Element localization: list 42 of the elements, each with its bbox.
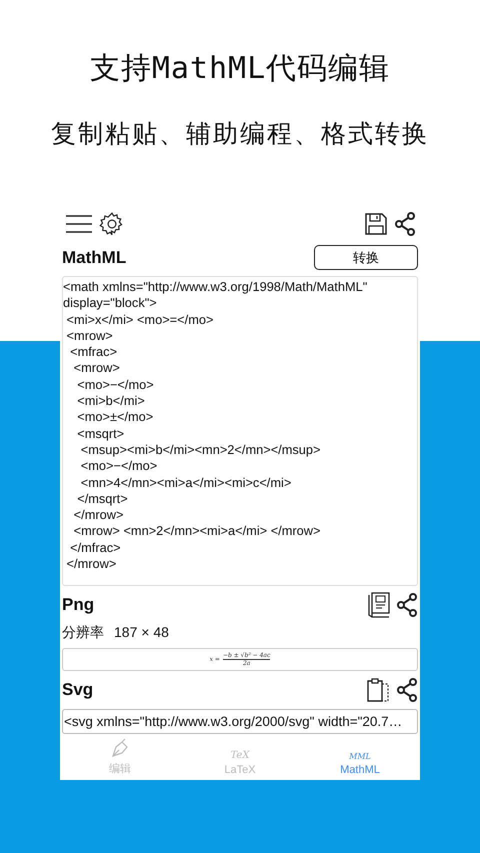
section-label: Png (62, 595, 94, 615)
code-line: </mrow> (66, 556, 118, 572)
section-label: Svg (62, 680, 94, 700)
code-line: <mrow> <mn>2</mn><mi>a</mi> </mrow> (72, 523, 322, 540)
code-line: <msup><mi>b</mi><mn>2</mn></msup> (80, 442, 322, 458)
code-line: </msqrt> (76, 490, 129, 508)
convert-button[interactable]: 转换 (314, 245, 418, 270)
code-line: <mfrac> (69, 344, 118, 360)
share-icon[interactable] (396, 678, 418, 702)
page-subtitle: 复制粘贴、辅助编程、格式转换 (51, 119, 429, 150)
code-line: <msqrt> (76, 426, 126, 442)
share-icon[interactable] (394, 212, 416, 236)
nav-tab[interactable]: MML MathML (300, 738, 420, 780)
resolution-label: 分辨率 (62, 624, 104, 642)
copy-icon[interactable] (366, 677, 390, 703)
code-line: <mo>−</mo> (76, 376, 155, 394)
nav-tab[interactable]: TeX LaTeX (180, 738, 300, 780)
book-icon[interactable] (368, 592, 390, 618)
code-line: <mi>b</mi> (76, 393, 146, 410)
nav-tab[interactable]: 编辑 (60, 738, 180, 780)
code-line: <mo>±</mo> (76, 409, 154, 426)
code-line: <mo>−</mo> (80, 458, 158, 475)
code-line: <mi>x</mi> <mo>=</mo> (66, 312, 214, 328)
section-label: MathML (62, 248, 126, 268)
code-line: display="block"> (63, 295, 158, 312)
code-line: <mn>4</mn><mi>a</mi><mi>c</mi> (80, 474, 292, 491)
code-line: </mfrac> (69, 540, 122, 556)
page-title: 支持MathML代码编辑 (90, 50, 390, 88)
code-line: </mrow> (72, 507, 124, 524)
menu-icon[interactable] (65, 214, 93, 234)
svg-output-field[interactable]: <svg xmlns="http://www.w3.org/2000/svg" width="20.7… (62, 709, 418, 734)
resolution-value: 187 × 48 (114, 624, 169, 642)
tab-icon: MML (349, 752, 371, 761)
code-line: <mrow> (66, 328, 114, 344)
code-line: <math xmlns="http://www.w3.org/1998/Math/MathML" (63, 279, 368, 296)
code-line: <mrow> (72, 360, 121, 377)
settings-icon[interactable] (99, 211, 125, 237)
code-editor[interactable] (62, 276, 418, 586)
share-icon[interactable] (396, 593, 418, 617)
pen-icon (110, 738, 130, 758)
tab-icon: TeX (230, 750, 250, 761)
save-icon[interactable] (364, 212, 388, 236)
